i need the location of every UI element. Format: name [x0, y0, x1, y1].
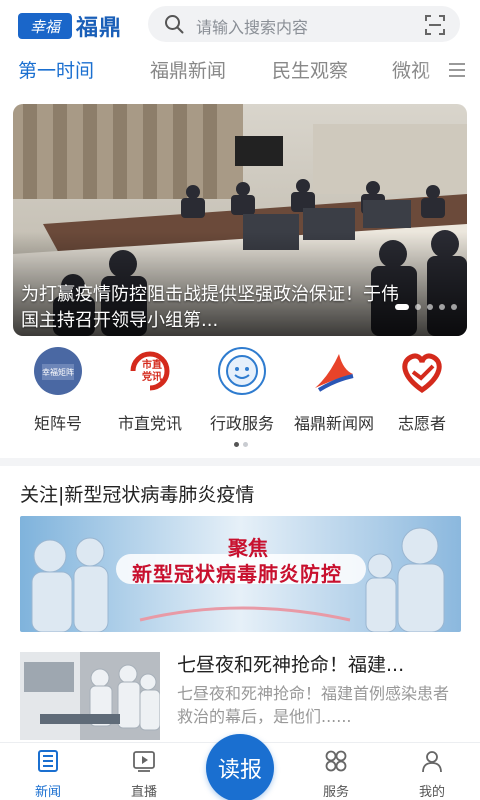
svg-text:党讯: 党讯 — [142, 370, 162, 383]
entry-admin-service[interactable]: 行政服务 — [194, 346, 290, 434]
nav-label: 服务 — [322, 785, 349, 800]
search-icon — [165, 15, 184, 34]
news-description: 七昼夜和死神抢命！福建首例感染患者救治的幕后，是他们...... — [177, 684, 450, 726]
banner-caption: 为打赢疫情防控阻击战提供坚强政治保证！于伟国主持召开领导小组第... — [21, 284, 399, 331]
banner-dot — [451, 304, 457, 310]
entry-label: 志愿者 — [397, 414, 446, 433]
quick-pager — [234, 442, 248, 447]
banner-pager — [395, 304, 457, 310]
entry-label: 福鼎新闻网 — [293, 414, 374, 433]
entry-party-news[interactable]: 市直 党讯 市直党讯 — [102, 346, 198, 434]
pager-dot — [234, 442, 239, 447]
news-thumbnail — [20, 652, 160, 740]
nav-label: 我的 — [418, 785, 445, 800]
user-icon — [422, 751, 442, 773]
play-icon — [133, 751, 155, 772]
news-site-icon — [315, 354, 354, 392]
banner-dot — [415, 304, 421, 310]
banner-dot — [427, 304, 433, 310]
nav-mine[interactable]: 我的 — [402, 749, 462, 800]
entry-label: 市直党讯 — [117, 414, 182, 433]
search-bar[interactable]: 请输入搜索内容 — [148, 6, 460, 42]
promo-headline: 聚焦 — [228, 536, 268, 560]
search-placeholder: 请输入搜索内容 — [196, 18, 309, 37]
section-title: 关注|新型冠状病毒肺炎疫情 — [20, 484, 255, 506]
tab-first-time[interactable]: 第一时间 — [18, 56, 94, 83]
headline-banner[interactable]: 为打赢疫情防控阻击战提供坚强政治保证！于伟国主持召开领导小组第... — [13, 104, 467, 336]
top-bar: 幸福 福鼎 请输入搜索内容 — [0, 0, 480, 48]
section-divider — [0, 458, 480, 466]
news-title: 七昼夜和死神抢命！福建... — [177, 654, 405, 676]
quick-entries: 幸福矩阵 矩阵号 市直 党讯 市直党讯 行政服务 福鼎新闻网 志愿者 — [0, 346, 480, 446]
pager-dot — [243, 442, 248, 447]
banner-dot — [395, 304, 409, 310]
banner-dot — [439, 304, 445, 310]
entry-matrix[interactable]: 幸福矩阵 矩阵号 — [10, 346, 106, 434]
admin-service-icon — [218, 347, 266, 395]
grid-icon — [325, 750, 347, 772]
newspaper-icon — [38, 750, 58, 772]
news-item[interactable]: 七昼夜和死神抢命！福建... 七昼夜和死神抢命！福建首例感染患者救治的幕后，是他… — [20, 650, 461, 740]
nav-news[interactable]: 新闻 — [18, 749, 78, 800]
promo-subheadline: 新型冠状病毒肺炎防控 — [132, 562, 342, 586]
logo-badge: 幸福 — [18, 13, 72, 39]
party-news-icon: 市直 党讯 — [130, 351, 170, 391]
entry-label: 矩阵号 — [33, 414, 82, 433]
nav-label: 新闻 — [34, 785, 61, 800]
entry-label: 行政服务 — [209, 414, 274, 433]
svg-text:幸福矩阵: 幸福矩阵 — [42, 367, 74, 377]
svg-text:市直: 市直 — [142, 358, 162, 371]
nav-label: 直播 — [130, 785, 157, 800]
nav-live[interactable]: 直播 — [114, 749, 174, 800]
tab-livelihood[interactable]: 民生观察 — [272, 56, 348, 83]
nav-service[interactable]: 服务 — [306, 749, 366, 800]
channel-menu-icon[interactable] — [448, 62, 466, 78]
matrix-icon: 幸福矩阵 — [34, 347, 82, 395]
volunteer-heart-icon — [402, 353, 442, 394]
logo-text: 福鼎 — [76, 15, 123, 41]
entry-volunteer[interactable]: 志愿者 — [374, 346, 470, 434]
scan-icon[interactable] — [424, 14, 446, 36]
channel-tabs: 第一时间 福鼎新闻 民生观察 微视 — [0, 52, 480, 92]
read-paper-button[interactable]: 读报 — [206, 734, 274, 800]
epidemic-promo-banner[interactable]: 聚焦 新型冠状病毒肺炎防控 — [20, 516, 461, 632]
tab-fuding-news[interactable]: 福鼎新闻 — [150, 56, 226, 83]
entry-news-site[interactable]: 福鼎新闻网 — [286, 346, 382, 434]
app-logo: 幸福 福鼎 — [18, 10, 122, 42]
